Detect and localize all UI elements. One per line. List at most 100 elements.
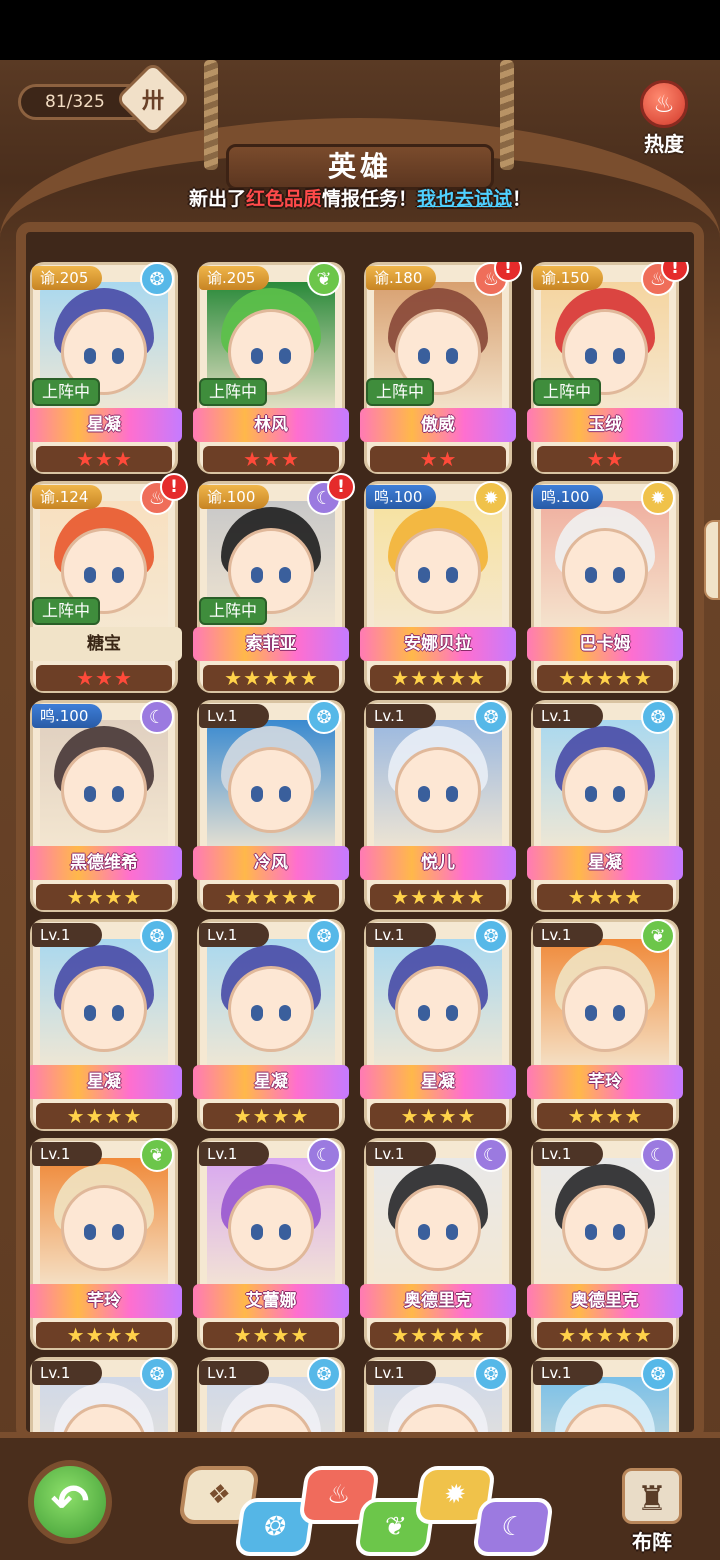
hero-card[interactable]: 鸣.100 ✹ 巴卡姆 ★ ★ ★ ★ ★	[527, 481, 683, 693]
hero-name: 索菲亚	[193, 627, 349, 661]
wood-element-icon: ❦	[307, 262, 341, 296]
star-icon: ★	[466, 885, 485, 909]
rope-left	[204, 60, 218, 170]
star-icon: ★	[633, 666, 652, 690]
star-rating: ★ ★ ★ ★	[537, 884, 673, 910]
star-icon: ★	[104, 1104, 123, 1128]
hero-card[interactable]: Lv.1 ❂	[197, 1357, 345, 1432]
hero-card[interactable]: Lv.1 ☾ 奥德里克 ★ ★ ★ ★ ★	[360, 1138, 516, 1350]
light-element-icon: ✹	[474, 481, 508, 515]
hero-name: 悦儿	[360, 846, 516, 880]
water-element-icon: ❂	[641, 1357, 675, 1391]
hero-portrait	[207, 1158, 335, 1298]
star-icon: ★	[410, 1323, 429, 1347]
hero-name: 巴卡姆	[527, 627, 683, 661]
hero-portrait	[40, 1158, 168, 1298]
star-icon: ★	[558, 1323, 577, 1347]
wood-element-icon: ❦	[641, 919, 675, 953]
formation-button[interactable]: ♜ 布阵	[612, 1468, 692, 1554]
star-rating: ★ ★ ★ ★	[537, 1103, 673, 1129]
star-icon: ★	[85, 885, 104, 909]
star-icon: ★	[66, 885, 85, 909]
hero-level: Lv.1	[533, 1361, 603, 1385]
deployed-badge: 上阵中	[32, 597, 101, 625]
hero-card[interactable]: 鸣.100 ☾ 黑德维希 ★ ★ ★ ★	[30, 700, 182, 912]
star-icon: ★	[391, 1323, 410, 1347]
hero-level: 谕.150	[533, 266, 603, 290]
hero-card[interactable]: 谕.124 ♨! 上阵中 糖宝 ★ ★ ★	[30, 473, 188, 693]
notice-prefix: 新出了	[188, 188, 246, 210]
hero-face	[61, 1185, 147, 1271]
star-icon: ★	[113, 666, 132, 690]
hero-portrait	[541, 1158, 669, 1298]
hero-card[interactable]: Lv.1 ❂	[531, 1357, 679, 1432]
hero-card[interactable]: Lv.1 ❂ 冷风 ★ ★ ★ ★ ★	[193, 700, 349, 912]
hero-card[interactable]: Lv.1 ❂ 星凝 ★ ★ ★ ★	[360, 919, 516, 1131]
water-element-icon: ❂	[474, 919, 508, 953]
star-rating: ★ ★ ★ ★	[36, 1103, 172, 1129]
hero-card[interactable]: Lv.1 ❂ 星凝 ★ ★ ★ ★	[527, 700, 683, 912]
hero-level: 谕.205	[199, 266, 269, 290]
wood-element-icon: ❦	[140, 1138, 174, 1172]
hero-card[interactable]: 谕.180 ♨! 上阵中 傲威 ★ ★	[360, 262, 522, 474]
star-icon: ★	[299, 666, 318, 690]
side-drawer-tab[interactable]	[704, 520, 720, 600]
star-icon: ★	[123, 1323, 142, 1347]
star-icon: ★	[567, 1104, 586, 1128]
hero-portrait	[207, 720, 335, 860]
hero-portrait	[374, 501, 502, 641]
hero-card[interactable]: Lv.1 ☾ 奥德里克 ★ ★ ★ ★ ★	[527, 1138, 683, 1350]
hero-grid[interactable]: 谕.205 ❂ 上阵中 星凝 ★ ★ ★ 谕.205 ❦ 上阵中 林风 ★ ★ ★ 谕.180 ♨! 上阵中…	[30, 262, 690, 1432]
hero-face	[61, 747, 147, 833]
hero-card[interactable]: Lv.1 ❂	[30, 1357, 178, 1432]
star-rating: ★ ★ ★ ★ ★	[537, 665, 673, 691]
hero-card[interactable]: 谕.100 ☾! 上阵中 索菲亚 ★ ★ ★ ★ ★	[193, 473, 355, 693]
hero-name: 芊玲	[527, 1065, 683, 1099]
star-rating: ★ ★	[537, 446, 673, 472]
hero-card[interactable]: 谕.150 ♨! 上阵中 玉绒 ★ ★	[527, 262, 689, 474]
hero-level: Lv.1	[199, 704, 269, 728]
hero-roster-screen: 81/325 卅 ♨ 热度 英雄 新出了红色品质情报任务！我也去试试！ 谕.20…	[0, 0, 720, 1560]
hero-card[interactable]: Lv.1 ☾ 艾蕾娜 ★ ★ ★ ★	[193, 1138, 349, 1350]
star-icon: ★	[243, 447, 262, 471]
star-icon: ★	[605, 885, 624, 909]
notice-try-link[interactable]: 我也去试试	[417, 188, 512, 210]
star-icon: ★	[457, 1104, 476, 1128]
hero-face	[395, 966, 481, 1052]
heat-button[interactable]: ♨ 热度	[634, 80, 694, 160]
hero-name: 芊玲	[30, 1284, 182, 1318]
hero-card[interactable]: Lv.1 ❂	[364, 1357, 512, 1432]
filter-dark-button[interactable]: ☾	[471, 1498, 555, 1556]
deployed-badge: 上阵中	[32, 378, 101, 406]
hero-card[interactable]: 鸣.100 ✹ 安娜贝拉 ★ ★ ★ ★ ★	[360, 481, 516, 693]
dark-element-icon: ☾	[474, 1138, 508, 1172]
star-rating: ★ ★ ★ ★ ★	[370, 665, 506, 691]
star-icon: ★	[290, 1104, 309, 1128]
hero-card[interactable]: Lv.1 ❂ 星凝 ★ ★ ★ ★	[193, 919, 349, 1131]
hero-card[interactable]: Lv.1 ❂ 星凝 ★ ★ ★ ★	[30, 919, 182, 1131]
star-icon: ★	[577, 1323, 596, 1347]
star-icon: ★	[419, 447, 438, 471]
star-icon: ★	[233, 1323, 252, 1347]
fire-filter-icon: ♨	[325, 1480, 353, 1510]
star-rating: ★ ★ ★ ★	[36, 884, 172, 910]
hero-portrait	[541, 501, 669, 641]
water-element-icon: ❂	[307, 1357, 341, 1391]
hero-card[interactable]: 谕.205 ❂ 上阵中 星凝 ★ ★ ★	[30, 262, 182, 474]
back-button[interactable]: ↶	[28, 1460, 112, 1544]
star-icon: ★	[271, 1323, 290, 1347]
alert-badge: !	[160, 473, 188, 501]
hero-card[interactable]: 谕.205 ❦ 上阵中 林风 ★ ★ ★	[193, 262, 349, 474]
star-rating: ★ ★ ★ ★	[370, 1103, 506, 1129]
star-rating: ★ ★ ★ ★ ★	[370, 1322, 506, 1348]
star-icon: ★	[577, 666, 596, 690]
hero-card[interactable]: Lv.1 ❦ 芊玲 ★ ★ ★ ★	[527, 919, 683, 1131]
hero-card[interactable]: Lv.1 ❂ 悦儿 ★ ★ ★ ★ ★	[360, 700, 516, 912]
star-icon: ★	[596, 666, 614, 690]
hero-portrait	[374, 939, 502, 1079]
star-icon: ★	[410, 885, 429, 909]
star-icon: ★	[466, 666, 485, 690]
light-element-icon: ✹	[641, 481, 675, 515]
hero-card[interactable]: Lv.1 ❦ 芊玲 ★ ★ ★ ★	[30, 1138, 182, 1350]
star-icon: ★	[447, 666, 466, 690]
